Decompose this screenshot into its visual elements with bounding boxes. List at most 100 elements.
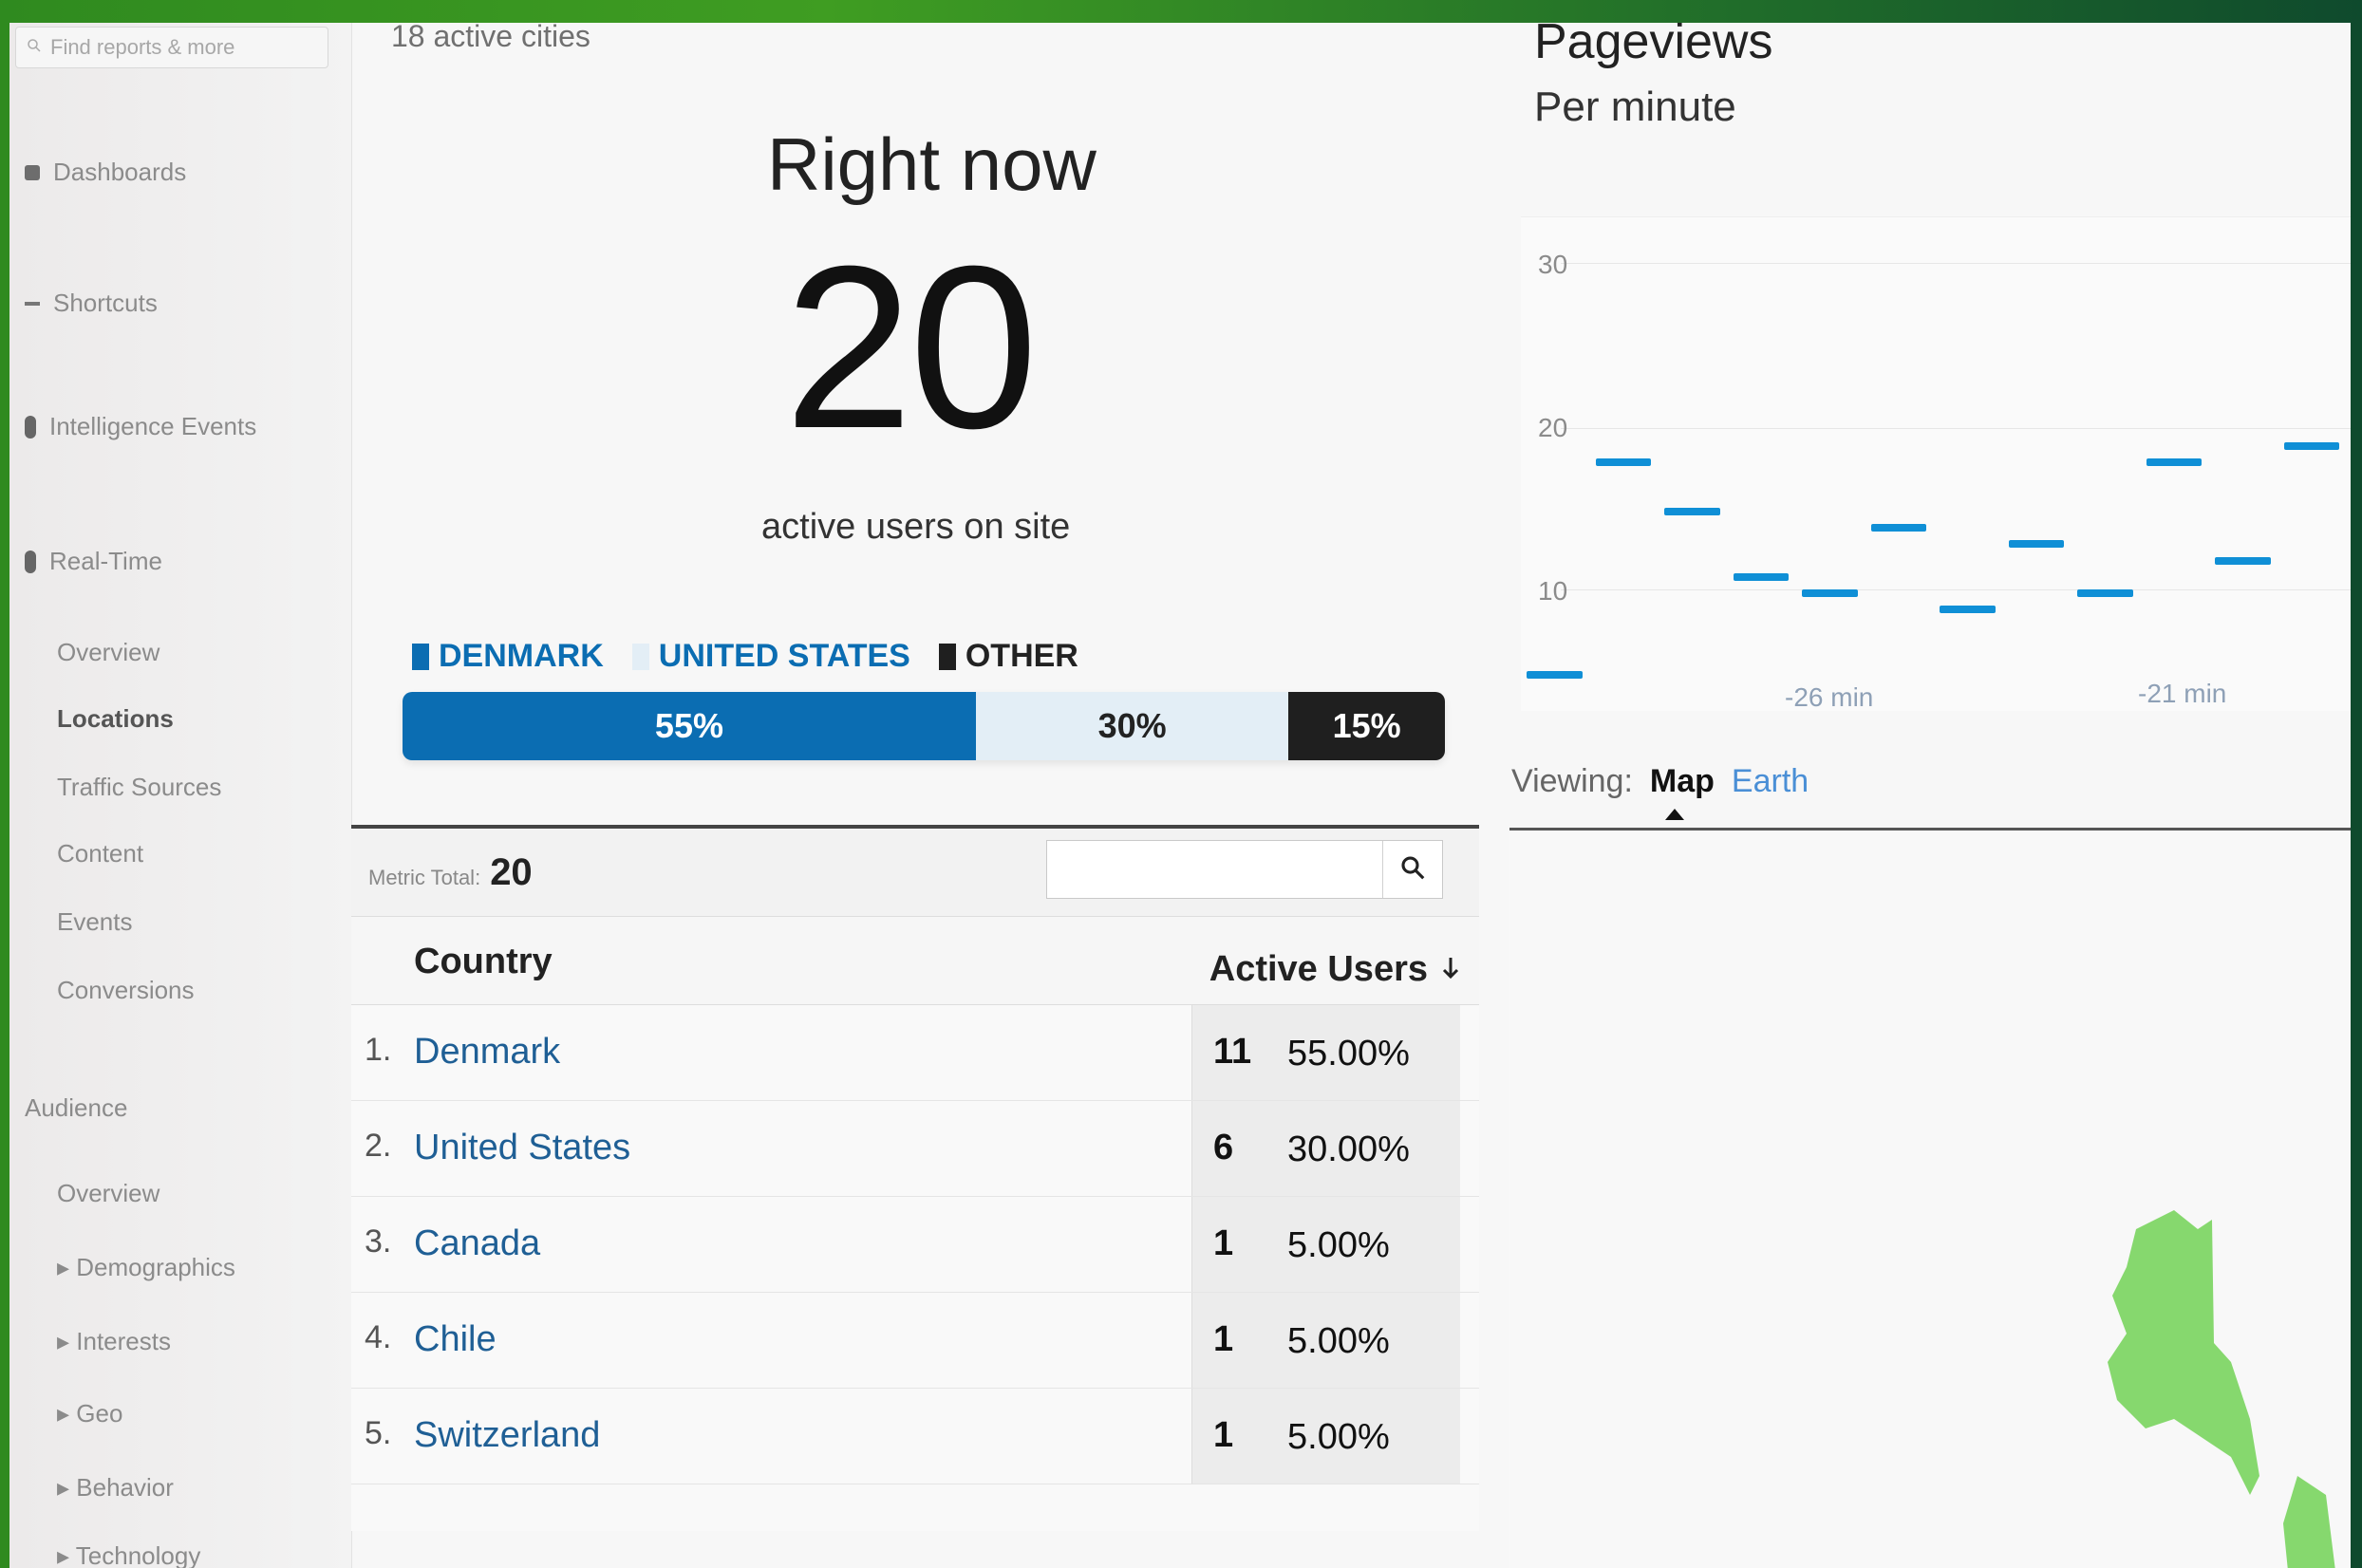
sidebar-item-demographics[interactable]: ▸ Demographics bbox=[57, 1253, 235, 1282]
dashboard-icon bbox=[25, 164, 40, 180]
pageview-bar bbox=[1527, 671, 1583, 679]
pageview-bar bbox=[2215, 556, 2271, 565]
sidebar-item-technology[interactable]: ▸ Technology bbox=[57, 1541, 200, 1568]
sidebar-item-label: Content bbox=[57, 839, 144, 868]
x-label-21-min: -21 min bbox=[2138, 679, 2227, 708]
table-row: 3. Canada 1 5.00% bbox=[351, 1197, 1479, 1293]
gridline bbox=[1561, 428, 2351, 429]
country-link[interactable]: Denmark bbox=[414, 1032, 560, 1073]
users-percent: 5.00% bbox=[1287, 1225, 1390, 1265]
sidebar-item-conversions[interactable]: Conversions bbox=[57, 976, 195, 1005]
country-link[interactable]: Switzerland bbox=[414, 1415, 600, 1456]
sidebar-item-content[interactable]: Content bbox=[57, 839, 143, 868]
users-value: 1 bbox=[1213, 1415, 1234, 1455]
table-search-input[interactable] bbox=[1047, 841, 1382, 898]
table-search[interactable] bbox=[1046, 840, 1443, 899]
legend-other: OTHER bbox=[938, 638, 1078, 675]
metric-total: Metric Total: 20 bbox=[368, 851, 533, 894]
country-link[interactable]: Canada bbox=[414, 1223, 540, 1264]
realtime-locations-content: 18 active cities Right now 20 active use… bbox=[351, 23, 2351, 1568]
viewing-tabs: Viewing: Map Earth bbox=[1511, 763, 1809, 820]
clock-icon bbox=[25, 550, 36, 573]
users-value: 11 bbox=[1213, 1032, 1252, 1072]
map-region bbox=[2108, 1210, 2335, 1568]
share-united-states: 30% bbox=[975, 692, 1289, 760]
tick-10: 10 bbox=[1538, 576, 1568, 606]
table-row: 5. Switzerland 1 5.00% bbox=[351, 1389, 1479, 1484]
tab-earth[interactable]: Earth bbox=[1732, 763, 1809, 800]
denmark-swatch bbox=[412, 643, 429, 670]
search-button[interactable] bbox=[1382, 841, 1442, 898]
row-rank: 2. bbox=[365, 1128, 392, 1164]
row-rank: 5. bbox=[365, 1415, 392, 1451]
tick-30: 30 bbox=[1538, 250, 1568, 279]
country-table: Metric Total: 20 Country Active Users 1.… bbox=[351, 825, 1479, 1531]
sidebar-item-label: ▸ Interests bbox=[57, 1327, 171, 1355]
world-map[interactable] bbox=[1509, 828, 2351, 1568]
search-icon bbox=[26, 35, 43, 60]
x-label-26-min: -26 min bbox=[1785, 682, 1874, 712]
sidebar-item-interests[interactable]: ▸ Interests bbox=[57, 1327, 171, 1356]
sidebar-item-overview[interactable]: Overview bbox=[57, 638, 159, 667]
sidebar-item-real-time[interactable]: Real-Time bbox=[25, 547, 162, 576]
sidebar-item-events[interactable]: Events bbox=[57, 907, 133, 937]
country-share-legend: DENMARK UNITED STATES OTHER bbox=[412, 638, 1078, 675]
sidebar-item-label: Locations bbox=[57, 704, 174, 733]
users-percent: 5.00% bbox=[1287, 1417, 1390, 1457]
sidebar-item-intelligence-events[interactable]: Intelligence Events bbox=[25, 412, 256, 441]
active-users-count: 20 bbox=[784, 217, 1038, 476]
column-active-users-label: Active Users bbox=[1209, 949, 1428, 989]
lightbulb-icon bbox=[25, 415, 36, 439]
share-denmark: 55% bbox=[403, 692, 976, 760]
country-link[interactable]: Chile bbox=[414, 1319, 497, 1360]
sidebar-item-label: Audience bbox=[25, 1093, 128, 1122]
column-country[interactable]: Country bbox=[414, 942, 553, 982]
sidebar-item-label: Shortcuts bbox=[53, 289, 158, 317]
metric-total-label: Metric Total: bbox=[368, 866, 481, 889]
search-icon bbox=[1398, 853, 1427, 887]
users-cell: 1 5.00% bbox=[1191, 1389, 1460, 1484]
table-row: 1. Denmark 11 55.00% bbox=[351, 1005, 1479, 1101]
sidebar-search-placeholder: Find reports & more bbox=[50, 35, 235, 59]
tab-map[interactable]: Map bbox=[1650, 763, 1715, 820]
sidebar-item-behavior[interactable]: ▸ Behavior bbox=[57, 1473, 174, 1503]
sidebar-item-geo[interactable]: ▸ Geo bbox=[57, 1399, 122, 1428]
country-link[interactable]: United States bbox=[414, 1128, 630, 1168]
row-rank: 1. bbox=[365, 1032, 392, 1068]
sidebar-item-label: ▸ Geo bbox=[57, 1399, 123, 1428]
table-header-row: Country Active Users bbox=[351, 917, 1479, 1005]
sidebar-item-audience[interactable]: Audience bbox=[25, 1093, 127, 1123]
column-active-users[interactable]: Active Users bbox=[1209, 949, 1462, 990]
users-value: 1 bbox=[1213, 1319, 1234, 1359]
legend-label: UNITED STATES bbox=[658, 638, 910, 674]
tick-20: 20 bbox=[1538, 413, 1568, 442]
sidebar-item-label: Overview bbox=[57, 638, 160, 666]
sidebar-item-locations[interactable]: Locations bbox=[57, 704, 174, 734]
legend-label: DENMARK bbox=[439, 638, 604, 674]
share-other-label: 15% bbox=[1332, 706, 1401, 745]
users-value: 1 bbox=[1213, 1223, 1234, 1263]
gridline bbox=[1561, 263, 2351, 264]
pageviews-subtitle: Per minute bbox=[1534, 84, 1736, 130]
sidebar-item-audience-overview[interactable]: Overview bbox=[57, 1179, 159, 1208]
pageview-bar bbox=[1664, 508, 1720, 515]
analytics-screen: Find reports & more Dashboards Shortcuts… bbox=[9, 23, 2351, 1568]
table-toolbar: Metric Total: 20 bbox=[351, 829, 1479, 917]
legend-label: OTHER bbox=[965, 638, 1078, 674]
active-users-subtitle: active users on site bbox=[761, 507, 1071, 547]
users-cell: 6 30.00% bbox=[1191, 1101, 1460, 1196]
sidebar-item-label: Real-Time bbox=[49, 547, 162, 575]
sidebar-item-traffic-sources[interactable]: Traffic Sources bbox=[57, 773, 221, 802]
right-now-title: Right now bbox=[767, 122, 1097, 206]
pageview-bar bbox=[2146, 458, 2202, 467]
sidebar-item-shortcuts[interactable]: Shortcuts bbox=[25, 289, 158, 318]
pageview-bar bbox=[2283, 442, 2339, 451]
share-denmark-label: 55% bbox=[654, 706, 723, 745]
row-rank: 3. bbox=[365, 1223, 392, 1260]
pageview-bar bbox=[2077, 589, 2133, 597]
gridline bbox=[1561, 589, 2351, 590]
sidebar-search[interactable]: Find reports & more bbox=[15, 27, 328, 68]
sidebar-item-label: Overview bbox=[57, 1179, 160, 1207]
other-swatch bbox=[938, 643, 956, 670]
sidebar-item-dashboards[interactable]: Dashboards bbox=[25, 158, 186, 187]
